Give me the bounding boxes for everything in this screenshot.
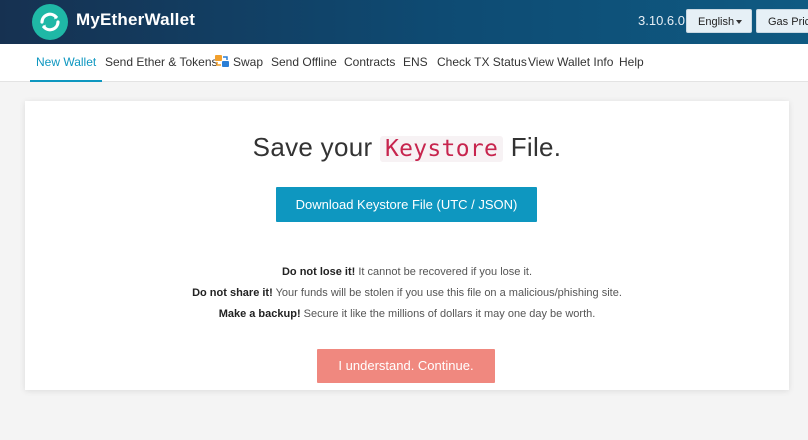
language-label: English [698,16,735,28]
keystore-card: Save your Keystore File. Download Keysto… [25,101,789,390]
swap-icon [215,55,229,67]
tab-contracts[interactable]: Contracts [344,44,395,82]
tab-swap-label: Swap [233,55,264,69]
tab-ens[interactable]: ENS [403,44,428,82]
warning-bold: Do not share it! [192,287,273,299]
tab-view-wallet-info[interactable]: View Wallet Info [528,44,613,82]
warning-text: Your funds will be stolen if you use thi… [272,287,622,299]
warning-bold: Do not lose it! [281,266,356,278]
warning-bold: Make a backup! [218,308,301,320]
warning-text: Secure it like the millions of dollars i… [300,308,596,320]
download-keystore-button[interactable]: Download Keystore File (UTC / JSON) [276,187,537,222]
version-label: 3.10.6.0 [638,13,685,28]
tab-swap[interactable]: Swap [214,44,263,82]
top-header: MyEtherWallet 3.10.6.0 English Gas Price [0,0,808,44]
warning-text: It cannot be recovered if you lose it. [355,266,533,278]
logo-icon[interactable] [32,4,68,40]
tab-send-offline[interactable]: Send Offline [271,44,337,82]
language-dropdown[interactable]: English [686,9,752,33]
warning-do-not-lose: Do not lose it! It cannot be recovered i… [25,266,789,278]
title-suffix: File. [510,132,562,162]
main-nav: New Wallet Send Ether & Tokens Swap Send… [0,44,808,82]
title-keystore-code: Keystore [379,136,504,162]
tab-new-wallet[interactable]: New Wallet [30,44,103,82]
tab-help[interactable]: Help [619,44,644,82]
tab-check-tx-status[interactable]: Check TX Status [437,44,527,82]
warning-do-not-share: Do not share it! Your funds will be stol… [25,287,789,299]
warning-make-backup: Make a backup! Secure it like the millio… [25,308,789,320]
continue-button[interactable]: I understand. Continue. [317,349,495,383]
page-title: Save your Keystore File. [25,132,789,163]
brand-name[interactable]: MyEtherWallet [76,10,195,30]
tab-send-ether-tokens[interactable]: Send Ether & Tokens [105,44,218,82]
title-prefix: Save your [252,132,373,162]
gas-price-label: Gas Price [768,16,808,28]
chevron-down-icon [736,20,742,24]
gas-price-dropdown[interactable]: Gas Price [756,9,808,33]
